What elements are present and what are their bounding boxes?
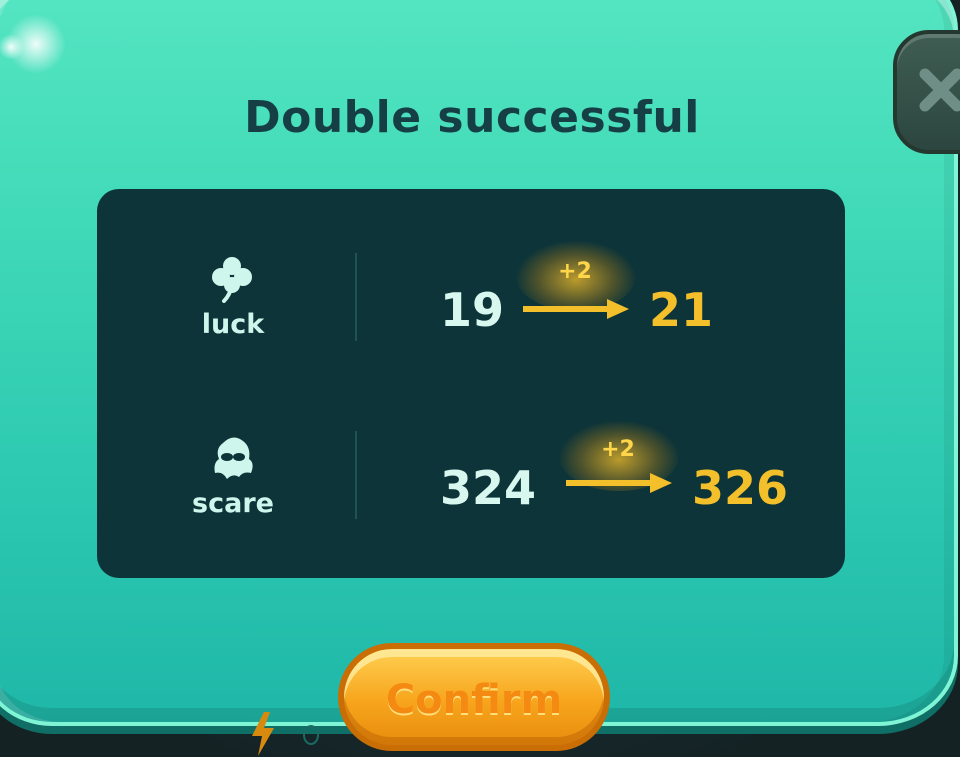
luck-old-value: 19 bbox=[440, 283, 505, 337]
stat-label-scare: scare bbox=[192, 488, 274, 519]
luck-new-value: 21 bbox=[649, 283, 714, 337]
dialog-title: Double successful bbox=[244, 92, 700, 143]
lightning-icon bbox=[252, 712, 274, 756]
luck-bonus: +2 bbox=[558, 259, 592, 284]
row-divider bbox=[355, 253, 357, 341]
ghost-icon bbox=[214, 437, 253, 479]
scare-old-value: 324 bbox=[440, 461, 537, 515]
clover-icon bbox=[212, 257, 252, 303]
dot-icon bbox=[303, 725, 319, 745]
row-divider bbox=[355, 431, 357, 519]
stat-label-luck: luck bbox=[201, 309, 265, 340]
scare-bonus: +2 bbox=[601, 437, 635, 462]
confirm-label: Confirm bbox=[385, 677, 563, 723]
confirm-button[interactable]: Confirm bbox=[338, 643, 610, 751]
stats-card: luck 19 +2 21 scare 324 +2 326 bbox=[97, 189, 845, 578]
scare-new-value: 326 bbox=[692, 461, 789, 515]
arrow-right-icon bbox=[566, 473, 672, 493]
arrow-right-icon bbox=[523, 299, 629, 319]
